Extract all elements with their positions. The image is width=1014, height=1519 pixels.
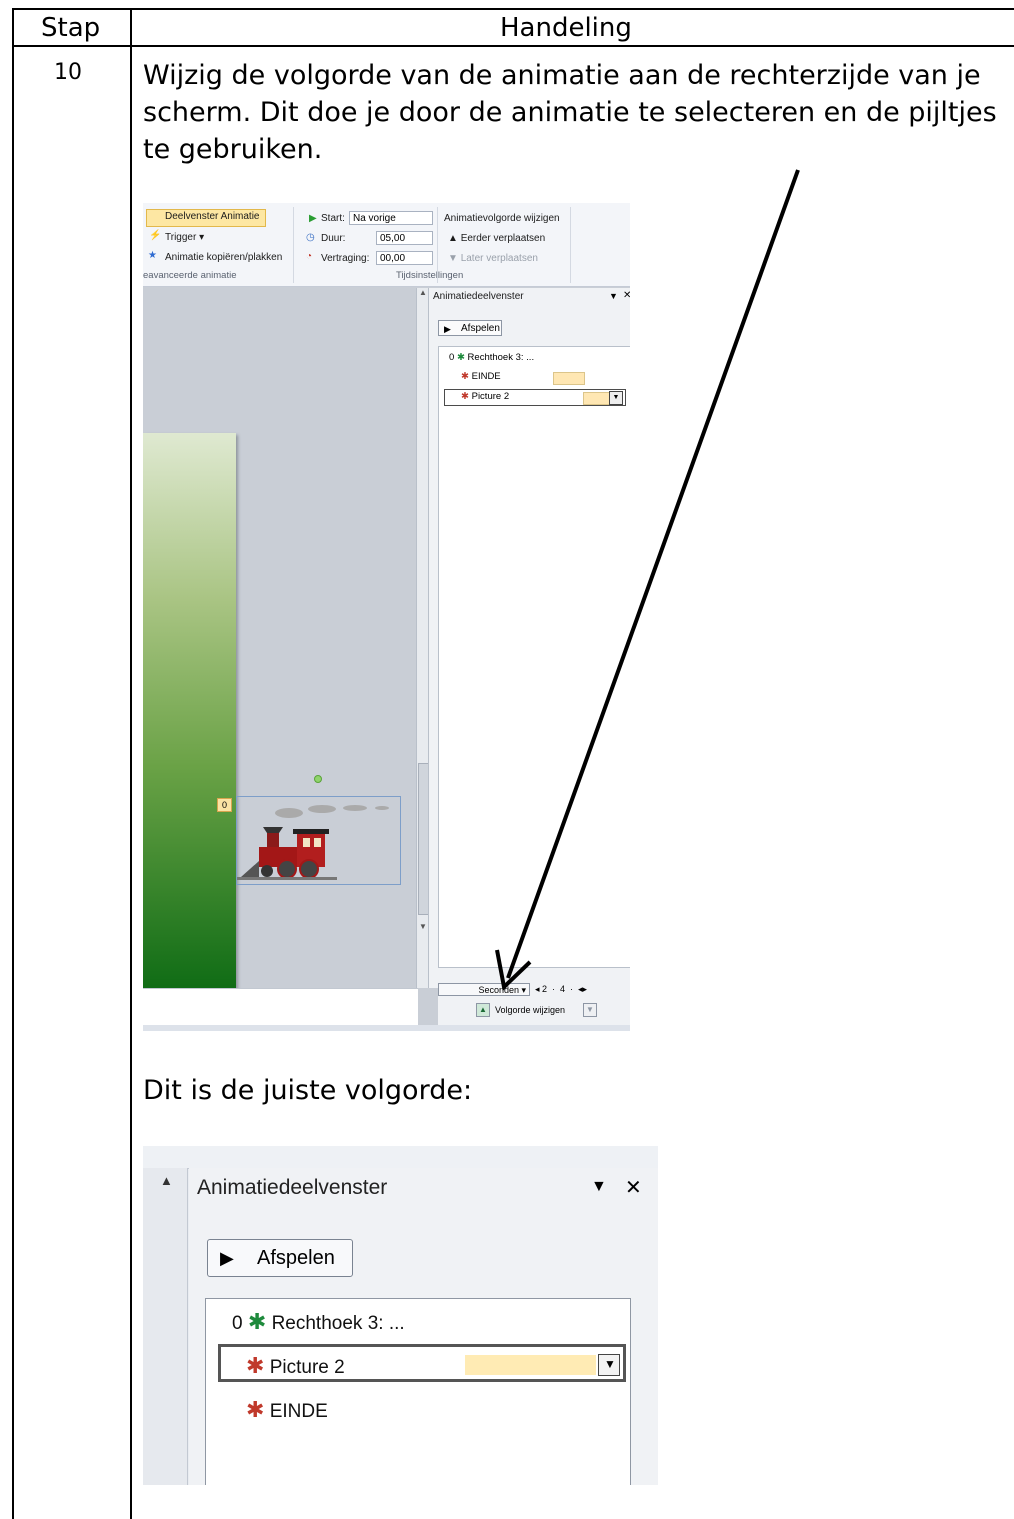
list-item-index: 0 (232, 1313, 243, 1334)
play-button[interactable]: ▶ Afspelen (207, 1239, 353, 1277)
close-icon[interactable]: ✕ (625, 1175, 642, 1200)
play-icon: ▶ (220, 1248, 234, 1268)
animation-pane-zoomed: ▲ Animatiedeelvenster ▼ ✕ ▶ Afspelen 0 ✱… (143, 1146, 658, 1485)
green-star-icon: ✱ (247, 1309, 267, 1334)
chevron-down-icon: ▼ (604, 1357, 616, 1371)
red-star-icon: ✱ (246, 1353, 265, 1378)
list-item[interactable]: ✱ EINDE (246, 1397, 328, 1423)
list-item[interactable]: 0 ✱ Rechthoek 3: ... (232, 1309, 405, 1335)
item-dropdown[interactable]: ▼ (598, 1354, 620, 1376)
list-item-label: Picture 2 (269, 1357, 345, 1378)
play-button-label: Afspelen (257, 1247, 335, 1269)
ribbon-strip (143, 1146, 658, 1169)
list-item-label: EINDE (269, 1401, 328, 1422)
scroll-up-arrow[interactable]: ▲ (160, 1173, 173, 1188)
red-star-icon: ✱ (246, 1397, 265, 1422)
list-item-selected[interactable]: ✱ Picture 2 (246, 1353, 345, 1379)
timing-bar (465, 1355, 596, 1375)
animation-pane: Animatiedeelvenster ▼ ✕ ▶ Afspelen 0 ✱ R… (189, 1168, 658, 1485)
list-item-label: Rechthoek 3: ... (271, 1313, 405, 1334)
animation-list: 0 ✱ Rechthoek 3: ... ▼ ✱ Picture 2 ✱ EIN… (205, 1298, 631, 1485)
vertical-scrollbar[interactable]: ▲ (143, 1168, 188, 1485)
pane-title: Animatiedeelvenster (197, 1176, 388, 1199)
correct-order-label: Dit is de juiste volgorde: (143, 1075, 473, 1106)
pane-menu-icon[interactable]: ▼ (591, 1178, 607, 1196)
